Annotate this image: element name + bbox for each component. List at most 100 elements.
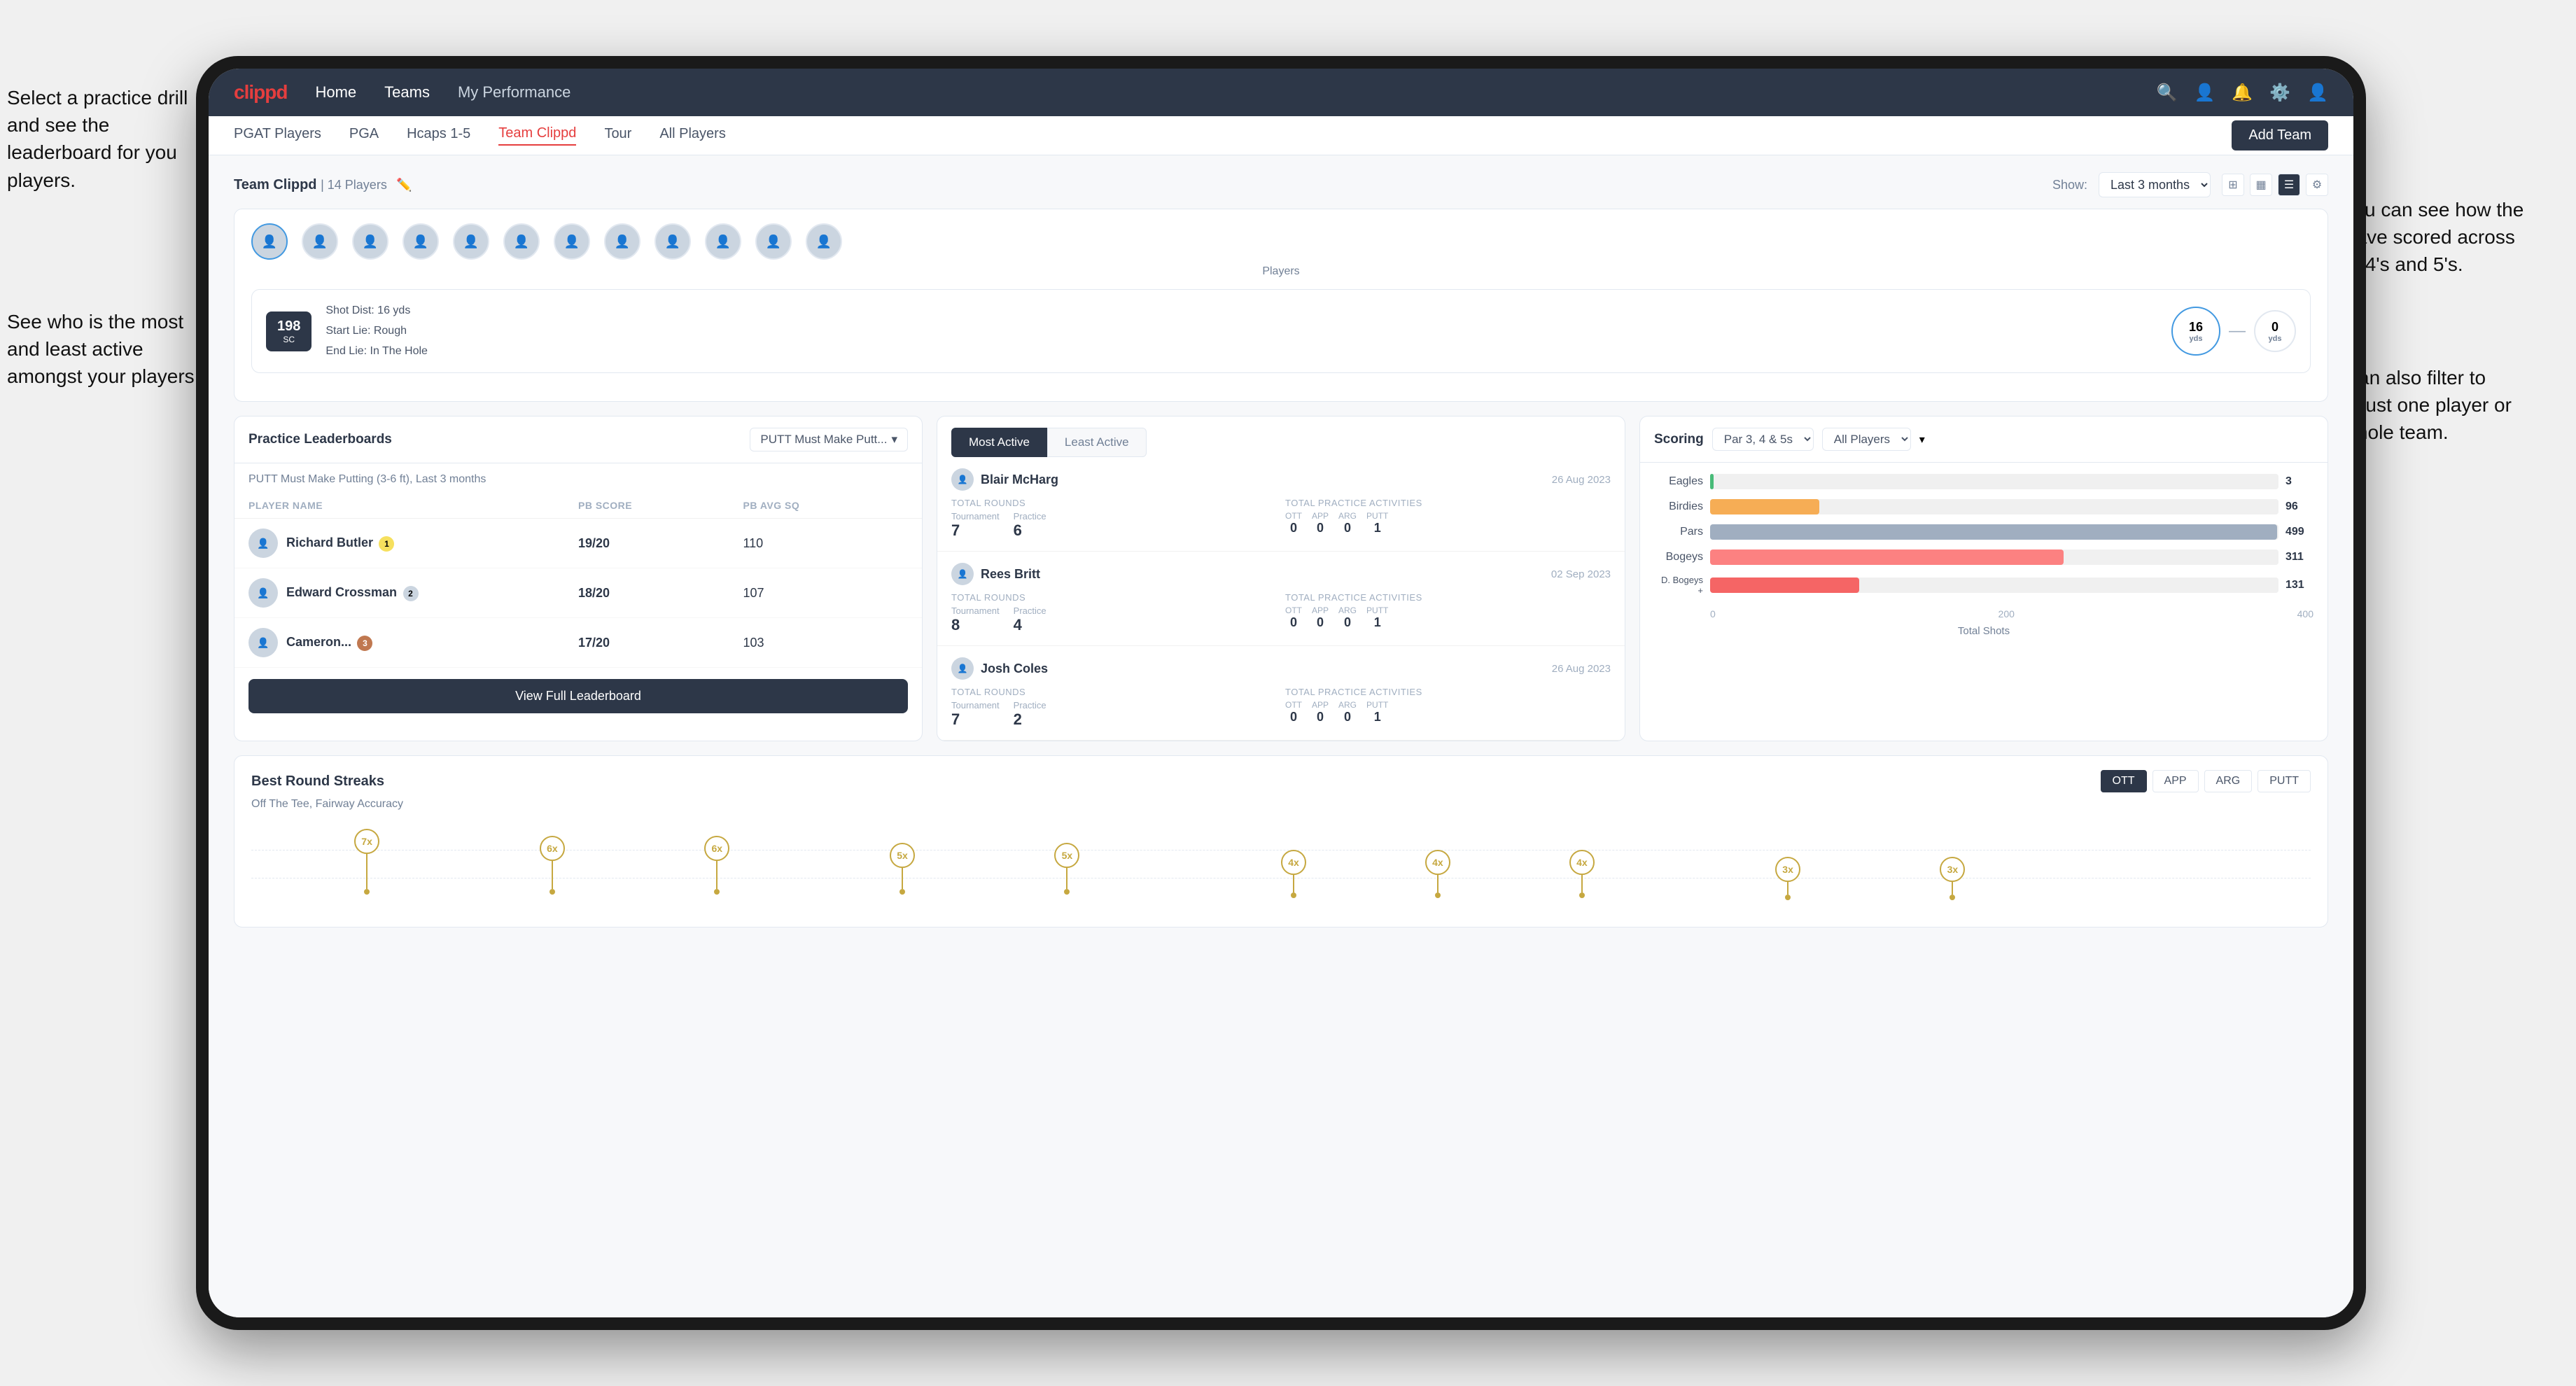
drill-dropdown[interactable]: PUTT Must Make Putt... ▾ <box>750 428 908 451</box>
player-avatar-9[interactable]: 👤 <box>654 223 691 260</box>
list-view-icon[interactable]: ☰ <box>2278 174 2300 196</box>
player-name-edward: Edward Crossman <box>286 585 397 599</box>
leaderboard-card-header: Practice Leaderboards PUTT Must Make Put… <box>234 416 922 463</box>
bell-icon[interactable]: 🔔 <box>2232 83 2253 103</box>
bar-value-eagles: 3 <box>2286 475 2314 488</box>
circle-separator: — <box>2229 321 2246 341</box>
subnav-team-clippd[interactable]: Team Clippd <box>498 125 576 146</box>
streaks-tab-app[interactable]: APP <box>2152 770 2199 792</box>
shot-badge: 198 SC <box>266 312 312 351</box>
bar-fill-pars <box>1710 524 2277 540</box>
player-name-richard: Richard Butler <box>286 536 373 550</box>
add-team-button[interactable]: Add Team <box>2232 120 2328 150</box>
dot-6x-2: 6x <box>704 836 729 895</box>
bar-label-eagles: Eagles <box>1654 475 1703 488</box>
player-avatar-5[interactable]: 👤 <box>453 223 489 260</box>
dot-5x-1: 5x <box>890 843 915 895</box>
activity-josh: 👤 Josh Coles 26 Aug 2023 Total Rounds To… <box>937 646 1625 741</box>
settings-icon[interactable]: ⚙️ <box>2269 83 2290 103</box>
player-avatar-8[interactable]: 👤 <box>604 223 640 260</box>
subnav-hcaps[interactable]: Hcaps 1-5 <box>407 126 470 145</box>
bar-track-birdies <box>1710 499 2278 514</box>
grid-large-view-icon[interactable]: ▦ <box>2250 174 2272 196</box>
bar-track-eagles <box>1710 474 2278 489</box>
score-richard: 19/20 <box>578 536 743 551</box>
team-header: Team Clippd | 14 Players ✏️ Show: Last 3… <box>234 172 2328 197</box>
rees-date: 02 Sep 2023 <box>1551 568 1611 580</box>
nav-item-teams[interactable]: Teams <box>384 83 430 102</box>
streaks-tab-ott[interactable]: OTT <box>2101 770 2147 792</box>
chevron-down-icon: ▾ <box>891 433 897 447</box>
tablet-frame: clippd Home Teams My Performance 🔍 👤 🔔 ⚙… <box>196 56 2366 1330</box>
edit-team-icon[interactable]: ✏️ <box>396 178 412 192</box>
players-card: 👤 👤 👤 👤 👤 👤 👤 👤 👤 👤 👤 👤 Players <box>234 209 2328 402</box>
pac-name-rees: 👤 Rees Britt <box>951 563 1040 585</box>
search-icon[interactable]: 🔍 <box>2157 83 2178 103</box>
dot-4x-1: 4x <box>1281 850 1306 898</box>
shot-circles: 16 yds — 0 yds <box>2171 307 2296 356</box>
bar-row-eagles: Eagles 3 <box>1654 474 2314 489</box>
subnav-pga[interactable]: PGA <box>349 126 379 145</box>
bar-fill-bogeys <box>1710 550 2064 565</box>
bar-chart: Eagles 3 Birdies 96 <box>1640 463 2328 648</box>
dot-3x-2: 3x <box>1940 857 1965 900</box>
tab-least-active[interactable]: Least Active <box>1047 428 1147 457</box>
annotation-left2: See who is the most and least active amo… <box>7 308 203 391</box>
player-cell-3: 👤 Cameron... 3 <box>248 628 578 657</box>
col-player-name: PLAYER NAME <box>248 500 578 511</box>
player-avatar-7[interactable]: 👤 <box>554 223 590 260</box>
blair-date: 26 Aug 2023 <box>1552 474 1611 486</box>
leaderboard-row-3[interactable]: 👤 Cameron... 3 17/20 103 <box>234 618 922 668</box>
tablet-screen: clippd Home Teams My Performance 🔍 👤 🔔 ⚙… <box>209 69 2353 1317</box>
pac-header-rees: 👤 Rees Britt 02 Sep 2023 <box>951 563 1611 585</box>
grid-small-view-icon[interactable]: ⊞ <box>2222 174 2244 196</box>
col-pb-avg: PB AVG SQ <box>743 500 909 511</box>
avatar-icon[interactable]: 👤 <box>2307 83 2328 103</box>
player-avatar-1[interactable]: 👤 <box>251 223 288 260</box>
player-avatar-11[interactable]: 👤 <box>755 223 792 260</box>
blair-total-rounds: Total Rounds Tournament 7 Practice 6 <box>951 498 1277 540</box>
settings-view-icon[interactable]: ⚙ <box>2306 174 2328 196</box>
avg-edward: 107 <box>743 586 909 601</box>
bar-label-pars: Pars <box>1654 526 1703 538</box>
player-avatar-3[interactable]: 👤 <box>352 223 388 260</box>
player-avatar-10[interactable]: 👤 <box>705 223 741 260</box>
rees-stats: Total Rounds Tournament 8 Practice 4 <box>951 592 1611 634</box>
player-avatar-2[interactable]: 👤 <box>302 223 338 260</box>
player-avatar-edward: 👤 <box>248 578 278 608</box>
leaderboard-row-1[interactable]: 👤 Richard Butler 1 19/20 110 <box>234 519 922 568</box>
bar-value-dbogeys: 131 <box>2286 579 2314 592</box>
top-nav: clippd Home Teams My Performance 🔍 👤 🔔 ⚙… <box>209 69 2353 116</box>
tab-most-active[interactable]: Most Active <box>951 428 1047 457</box>
subnav-pgat[interactable]: PGAT Players <box>234 126 321 145</box>
shot-circle-0: 0 yds <box>2254 310 2296 352</box>
streaks-tab-arg[interactable]: ARG <box>2204 770 2253 792</box>
leaderboard-row-2[interactable]: 👤 Edward Crossman 2 18/20 107 <box>234 568 922 618</box>
subnav-tour[interactable]: Tour <box>604 126 631 145</box>
bar-value-bogeys: 311 <box>2286 551 2314 564</box>
dot-6x-1: 6x <box>540 836 565 895</box>
user-icon[interactable]: 👤 <box>2194 83 2215 103</box>
subnav-all-players[interactable]: All Players <box>659 126 725 145</box>
player-avatar-6[interactable]: 👤 <box>503 223 540 260</box>
player-avatar-12[interactable]: 👤 <box>806 223 842 260</box>
sub-nav: PGAT Players PGA Hcaps 1-5 Team Clippd T… <box>209 116 2353 155</box>
dot-7x-1: 7x <box>354 829 379 895</box>
player-avatar-4[interactable]: 👤 <box>402 223 439 260</box>
gold-badge-richard: 1 <box>379 536 394 552</box>
streaks-tab-putt[interactable]: PUTT <box>2258 770 2311 792</box>
scoring-filter-players[interactable]: All Players <box>1822 428 1911 451</box>
bar-row-bogeys: Bogeys 311 <box>1654 550 2314 565</box>
bar-label-dbogeys: D. Bogeys + <box>1654 575 1703 596</box>
show-select[interactable]: Last 3 months Last 6 months This year <box>2099 172 2211 197</box>
nav-item-performance[interactable]: My Performance <box>458 83 570 102</box>
players-avatars: 👤 👤 👤 👤 👤 👤 👤 👤 👤 👤 👤 👤 <box>251 223 2311 260</box>
team-title-group: Team Clippd | 14 Players ✏️ <box>234 177 412 193</box>
activity-rees: 👤 Rees Britt 02 Sep 2023 Total Rounds To… <box>937 552 1625 646</box>
blair-avatar: 👤 <box>951 468 974 491</box>
streaks-title: Best Round Streaks <box>251 774 384 790</box>
nav-item-home[interactable]: Home <box>315 83 356 102</box>
scoring-filter-par[interactable]: Par 3, 4 & 5s Par 3s Par 4s Par 5s <box>1712 428 1814 451</box>
view-full-leaderboard-button[interactable]: View Full Leaderboard <box>248 679 908 713</box>
dot-3x-1: 3x <box>1775 857 1800 900</box>
